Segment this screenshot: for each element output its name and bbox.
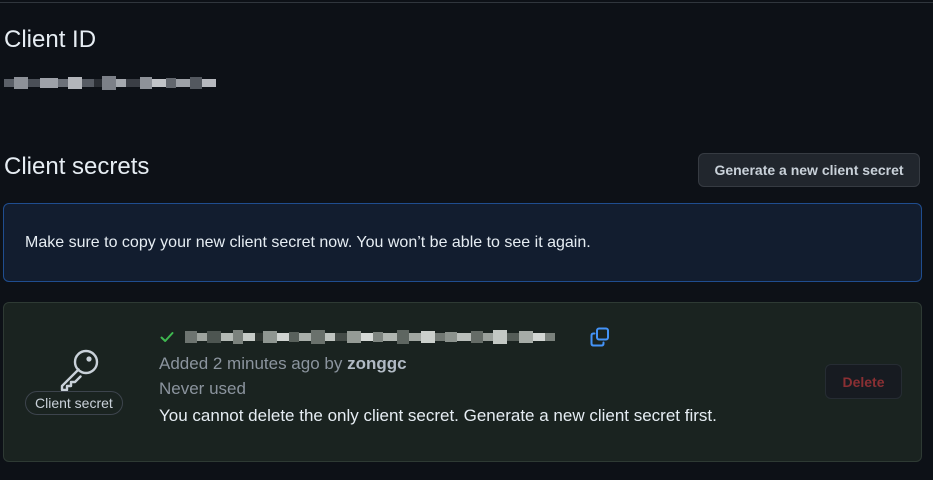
client-secret-card: Client secret Added 2 minutes ago by zon… bbox=[3, 302, 922, 462]
client-id-heading: Client ID bbox=[4, 26, 97, 53]
delete-warning-text: You cannot delete the only client secret… bbox=[159, 406, 717, 425]
oauth-app-settings: Client ID Client secrets Generate a new … bbox=[0, 0, 933, 480]
check-icon bbox=[160, 332, 174, 342]
secret-value-row bbox=[159, 325, 611, 349]
delete-secret-label: Delete bbox=[842, 373, 885, 390]
delete-secret-button[interactable]: Delete bbox=[825, 364, 902, 399]
secret-added-info: Added 2 minutes ago by zonggc bbox=[159, 354, 407, 374]
secret-added-text: Added 2 minutes ago by bbox=[159, 354, 348, 373]
client-secret-value-redacted bbox=[185, 325, 583, 349]
key-icon bbox=[60, 349, 99, 392]
generate-client-secret-button[interactable]: Generate a new client secret bbox=[698, 153, 920, 187]
copy-icon[interactable] bbox=[589, 326, 611, 348]
generate-client-secret-label: Generate a new client secret bbox=[714, 162, 904, 178]
secret-author: zonggc bbox=[347, 354, 407, 373]
flash-message: Make sure to copy your new client secret… bbox=[25, 233, 591, 251]
client-id-value-redacted bbox=[4, 70, 226, 96]
client-secret-badge-label: Client secret bbox=[35, 395, 113, 411]
top-divider bbox=[0, 0, 933, 3]
client-secret-badge: Client secret bbox=[25, 391, 123, 415]
client-secrets-heading: Client secrets bbox=[4, 153, 150, 180]
secret-usage-status: Never used bbox=[159, 379, 246, 398]
copy-secret-flash-notice: Make sure to copy your new client secret… bbox=[3, 203, 922, 282]
